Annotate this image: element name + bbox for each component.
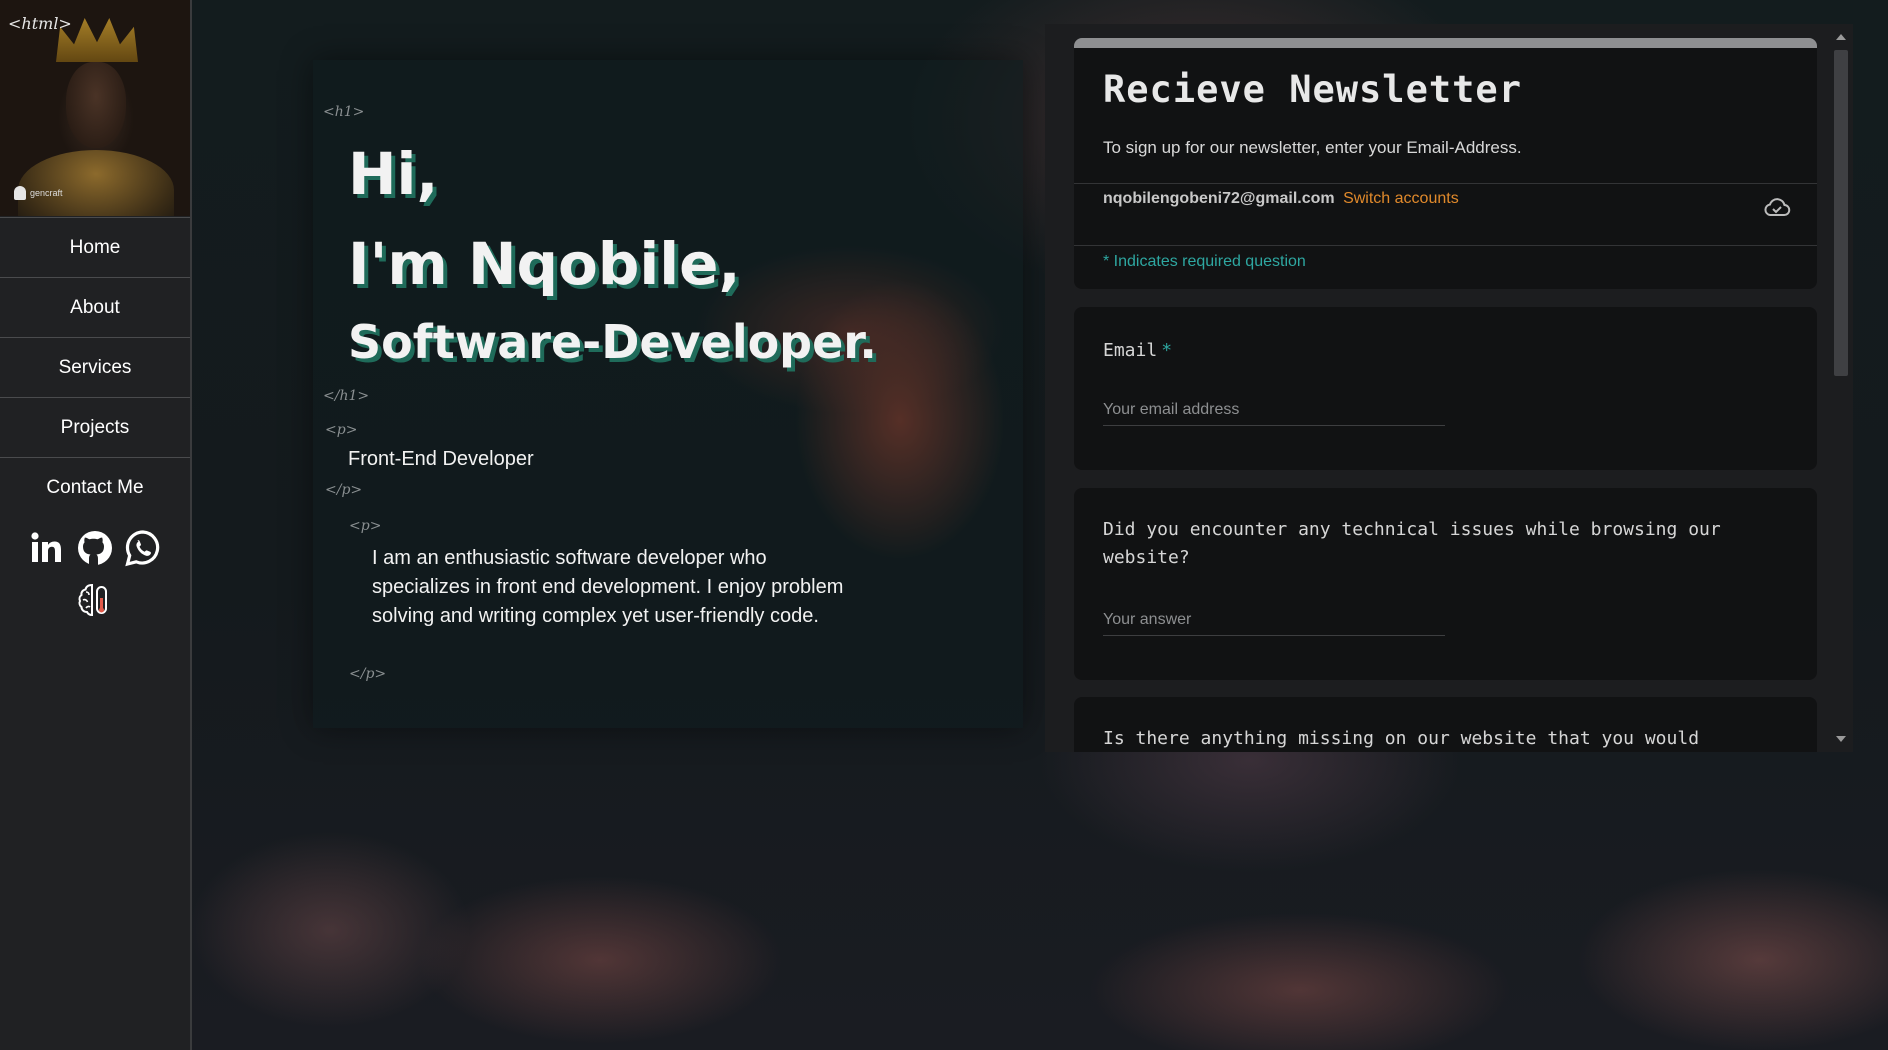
hero-section: <h1> Hi, I'm Nqobile, Software-Developer…	[313, 60, 1023, 728]
p2-close-tag: </p>	[349, 666, 387, 682]
social-links	[0, 529, 190, 567]
form-scrollbar[interactable]	[1829, 24, 1853, 752]
subtitle-text: Front-End Developer	[348, 448, 534, 470]
newsletter-form-frame: Recieve Newsletter To sign up for our ne…	[1045, 24, 1853, 752]
nav-item-services[interactable]: Services	[0, 337, 190, 397]
p-open-tag: <p>	[325, 422, 358, 438]
cloud-saved-icon	[1763, 196, 1791, 222]
switch-accounts-link[interactable]: Switch accounts	[1343, 190, 1459, 207]
account-email: nqobilengobeni72@gmail.com	[1103, 190, 1335, 207]
nav-item-home[interactable]: Home	[0, 217, 190, 277]
nav-item-about[interactable]: About	[0, 277, 190, 337]
scroll-down-arrow-icon[interactable]	[1836, 736, 1846, 742]
github-icon[interactable]	[76, 529, 114, 567]
form-title: Recieve Newsletter	[1103, 68, 1522, 111]
p2-open-tag: <p>	[349, 518, 382, 534]
nav-menu: Home About Services Projects Contact Me	[0, 217, 190, 517]
question-card-missing: Is there anything missing on our website…	[1074, 697, 1817, 752]
h1-open-tag: <h1>	[323, 104, 365, 120]
intro-paragraph: I am an enthusiastic software developer …	[372, 547, 844, 627]
form-header-card: Recieve Newsletter To sign up for our ne…	[1074, 38, 1817, 289]
nav-item-projects[interactable]: Projects	[0, 397, 190, 457]
name-heading: I'm Nqobile,	[348, 230, 741, 298]
greeting-heading: Hi,	[348, 140, 439, 208]
brand-watermark: gencraft	[14, 186, 63, 200]
brand-label: gencraft	[30, 188, 63, 198]
question-card-email: Email *	[1074, 307, 1817, 470]
required-note: * Indicates required question	[1103, 253, 1306, 270]
required-star: *	[1161, 340, 1173, 361]
shoulders-graphic	[18, 150, 174, 216]
profile-image: <html> gencraft	[0, 0, 190, 216]
account-row: nqobilengobeni72@gmail.com Switch accoun…	[1103, 190, 1459, 208]
linkedin-icon[interactable]	[28, 529, 66, 567]
question-text: Is there anything missing on our website…	[1103, 728, 1700, 749]
brain-icon[interactable]	[76, 581, 114, 623]
brain-icon-wrap	[0, 581, 190, 623]
face-graphic	[66, 62, 126, 148]
nav-item-contact-me[interactable]: Contact Me	[0, 457, 190, 517]
question-label: Email *	[1103, 337, 1793, 365]
question-text: Email	[1103, 340, 1158, 361]
question-text: Did you encounter any technical issues w…	[1103, 519, 1721, 568]
email-input[interactable]	[1103, 394, 1445, 426]
ghost-icon	[14, 186, 26, 200]
scroll-up-arrow-icon[interactable]	[1836, 34, 1846, 40]
whatsapp-icon[interactable]	[124, 529, 162, 567]
form-description: To sign up for our newsletter, enter you…	[1103, 138, 1522, 157]
header-accent-bar	[1074, 38, 1817, 48]
p-close-tag: </p>	[325, 482, 363, 498]
sidebar: <html> gencraft Home About Services Proj…	[0, 0, 192, 1050]
question-card-technical-issues: Did you encounter any technical issues w…	[1074, 488, 1817, 680]
h1-close-tag: </h1>	[323, 388, 370, 404]
scroll-thumb[interactable]	[1834, 50, 1848, 376]
role-heading: Software-Developer.	[348, 315, 877, 369]
technical-issues-input[interactable]	[1103, 604, 1445, 636]
divider	[1074, 183, 1817, 184]
html-tag-overlay: <html>	[8, 14, 72, 33]
divider	[1074, 245, 1817, 246]
